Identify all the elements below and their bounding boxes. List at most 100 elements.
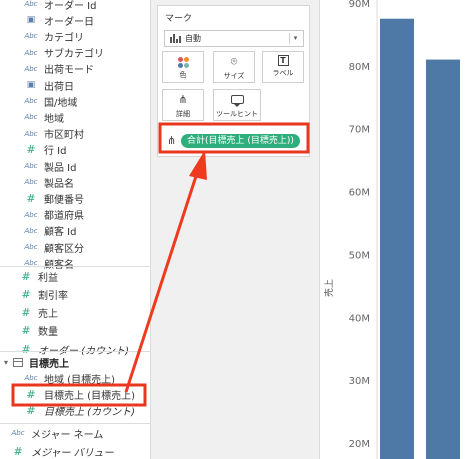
text-type-icon: Abc bbox=[24, 32, 38, 41]
field-dimension-11[interactable]: Abc 製品名 bbox=[0, 174, 150, 190]
field-bottom-field-0[interactable]: Abc メジャー ネーム bbox=[0, 425, 150, 441]
field-dimension-13[interactable]: Abc 都道府県 bbox=[0, 207, 150, 223]
text-label-icon: T bbox=[277, 55, 289, 66]
field-measure-3[interactable]: # 数量 bbox=[0, 323, 150, 339]
number-type-icon: # bbox=[13, 444, 23, 458]
marks-card-title: マーク bbox=[165, 14, 193, 24]
size-icon: ⌾ bbox=[230, 55, 238, 68]
bar-chart: 20M 30M 40M 50M 60M 70M 80M 90M 売上 bbox=[323, 0, 460, 459]
field-dimension-2[interactable]: Abc カテゴリ bbox=[0, 28, 150, 44]
calendar-icon: ▣ bbox=[26, 15, 36, 26]
text-type-icon: Abc bbox=[24, 0, 38, 8]
field-label: 地域 (目標売上) bbox=[44, 374, 115, 386]
field-dimension-8[interactable]: Abc 市区町村 bbox=[0, 126, 150, 142]
field-folder-field-1[interactable]: # 目標売上 (目標売上) bbox=[0, 386, 150, 402]
y-tick-label: 40M bbox=[349, 313, 370, 324]
data-pane: Abc オーダー Id ▣ オーダー日 Abc カテゴリ Abc サブカテゴリ Abc 出荷モード… bbox=[0, 0, 150, 459]
number-type-icon: # bbox=[26, 387, 36, 401]
color-dots-icon bbox=[177, 57, 189, 68]
field-dimension-6[interactable]: Abc 国/地域 bbox=[0, 93, 150, 109]
number-type-icon: # bbox=[26, 403, 36, 417]
sum-target-sales-pill[interactable]: 合計(目標売上 (目標売上)) bbox=[181, 134, 300, 148]
detail-pill-row: ⋔ 合計(目標売上 (目標売上)) bbox=[163, 130, 303, 152]
chevron-down-icon[interactable]: ▾ bbox=[289, 33, 301, 44]
detail-button[interactable]: ⋔ 詳細 bbox=[162, 89, 204, 121]
field-folder-field-0[interactable]: Abc 地域 (目標売上) bbox=[0, 370, 150, 386]
field-label: オーダー Id bbox=[44, 0, 97, 12]
field-dimension-15[interactable]: Abc 顧客区分 bbox=[0, 239, 150, 255]
field-label: オーダー日 bbox=[44, 16, 94, 28]
tooltip-button-label: ツールヒント bbox=[216, 110, 258, 118]
field-label: 割引率 bbox=[38, 290, 68, 302]
field-label: 出荷日 bbox=[44, 81, 74, 93]
field-measure-1[interactable]: # 割引率 bbox=[0, 286, 150, 302]
tooltip-button[interactable]: ツールヒント bbox=[213, 89, 261, 121]
y-tick-label: 80M bbox=[349, 62, 370, 73]
section-divider bbox=[0, 266, 150, 267]
text-type-icon: Abc bbox=[24, 243, 38, 251]
field-label: 売上 bbox=[38, 309, 58, 321]
text-type-icon: Abc bbox=[24, 48, 38, 57]
field-label: 国/地域 bbox=[44, 97, 78, 109]
y-tick-label: 20M bbox=[349, 439, 370, 450]
bar-chart-icon bbox=[170, 34, 181, 43]
section-divider bbox=[0, 351, 150, 352]
field-label: 製品名 bbox=[44, 178, 74, 190]
y-tick-label: 30M bbox=[349, 376, 370, 387]
field-dimension-5[interactable]: ▣ 出荷日 bbox=[0, 77, 150, 93]
field-label: 製品 Id bbox=[44, 162, 77, 174]
mark-type-dropdown[interactable]: 自動 ▾ bbox=[164, 30, 304, 47]
field-dimension-10[interactable]: Abc 製品 Id bbox=[0, 158, 150, 174]
field-dimension-0[interactable]: Abc オーダー Id bbox=[0, 0, 150, 12]
y-axis-title: 売上 bbox=[323, 279, 335, 297]
chart-area: 20M 30M 40M 50M 60M 70M 80M 90M 売上 bbox=[321, 0, 471, 459]
field-dimension-1[interactable]: ▣ オーダー日 bbox=[0, 12, 150, 28]
color-button-label: 色 bbox=[179, 71, 187, 79]
number-type-icon: # bbox=[21, 306, 31, 320]
field-dimension-14[interactable]: Abc 顧客 Id bbox=[0, 223, 150, 239]
field-dimension-9[interactable]: # 行 Id bbox=[0, 142, 150, 158]
table-icon bbox=[13, 357, 24, 367]
field-label: 顧客 Id bbox=[44, 227, 77, 239]
marks-card: マーク 自動 ▾ 色 ⌾ サイズ T ラベル ⋔ 詳細 ツールヒント ⋔ 合計(… bbox=[157, 5, 310, 157]
text-type-icon: Abc bbox=[24, 374, 38, 382]
color-button[interactable]: 色 bbox=[162, 51, 204, 83]
field-dimension-3[interactable]: Abc サブカテゴリ bbox=[0, 45, 150, 61]
size-button[interactable]: ⌾ サイズ bbox=[213, 51, 255, 83]
field-label: 都道府県 bbox=[44, 211, 84, 223]
y-tick-label: 90M bbox=[349, 0, 370, 10]
mark-type-value: 自動 bbox=[185, 34, 201, 43]
detail-icon: ⋔ bbox=[167, 134, 177, 147]
text-type-icon: Abc bbox=[11, 429, 25, 437]
shelf-pane: マーク 自動 ▾ 色 ⌾ サイズ T ラベル ⋔ 詳細 ツールヒント ⋔ 合計(… bbox=[150, 0, 320, 459]
folder-label: 目標売上 bbox=[29, 358, 70, 370]
text-type-icon: Abc bbox=[24, 113, 38, 122]
field-label: 顧客区分 bbox=[44, 243, 84, 255]
field-measure-0[interactable]: # 利益 bbox=[0, 268, 150, 284]
field-dimension-7[interactable]: Abc 地域 bbox=[0, 109, 150, 125]
field-measure-2[interactable]: # 売上 bbox=[0, 305, 150, 321]
calendar-icon: ▣ bbox=[26, 80, 36, 90]
text-type-icon: Abc bbox=[24, 210, 38, 219]
field-label: 利益 bbox=[38, 272, 58, 284]
bar[interactable] bbox=[426, 59, 460, 459]
table-folder-target-sales[interactable]: ▾ 目標売上 bbox=[0, 353, 150, 371]
field-label: カテゴリ bbox=[44, 32, 84, 44]
field-folder-field-2[interactable]: # 目標売上 (カウント) bbox=[0, 402, 150, 418]
field-dimension-12[interactable]: # 郵便番号 bbox=[0, 190, 150, 206]
field-bottom-field-1[interactable]: # メジャー バリュー bbox=[0, 443, 150, 459]
field-label: 目標売上 (カウント) bbox=[44, 406, 135, 418]
field-label: 地域 bbox=[44, 113, 64, 125]
field-label: 行 Id bbox=[44, 146, 67, 158]
field-label: メジャー バリュー bbox=[31, 447, 114, 459]
chevron-down-icon[interactable]: ▾ bbox=[4, 358, 8, 367]
y-tick-label: 70M bbox=[349, 125, 370, 136]
text-type-icon: Abc bbox=[24, 97, 38, 106]
bar[interactable] bbox=[380, 18, 414, 459]
number-type-icon: # bbox=[21, 287, 31, 301]
detail-icon: ⋔ bbox=[178, 93, 188, 106]
size-button-label: サイズ bbox=[223, 72, 245, 80]
text-type-icon: Abc bbox=[24, 226, 38, 235]
field-dimension-4[interactable]: Abc 出荷モード bbox=[0, 61, 150, 77]
label-button[interactable]: T ラベル bbox=[262, 51, 304, 83]
